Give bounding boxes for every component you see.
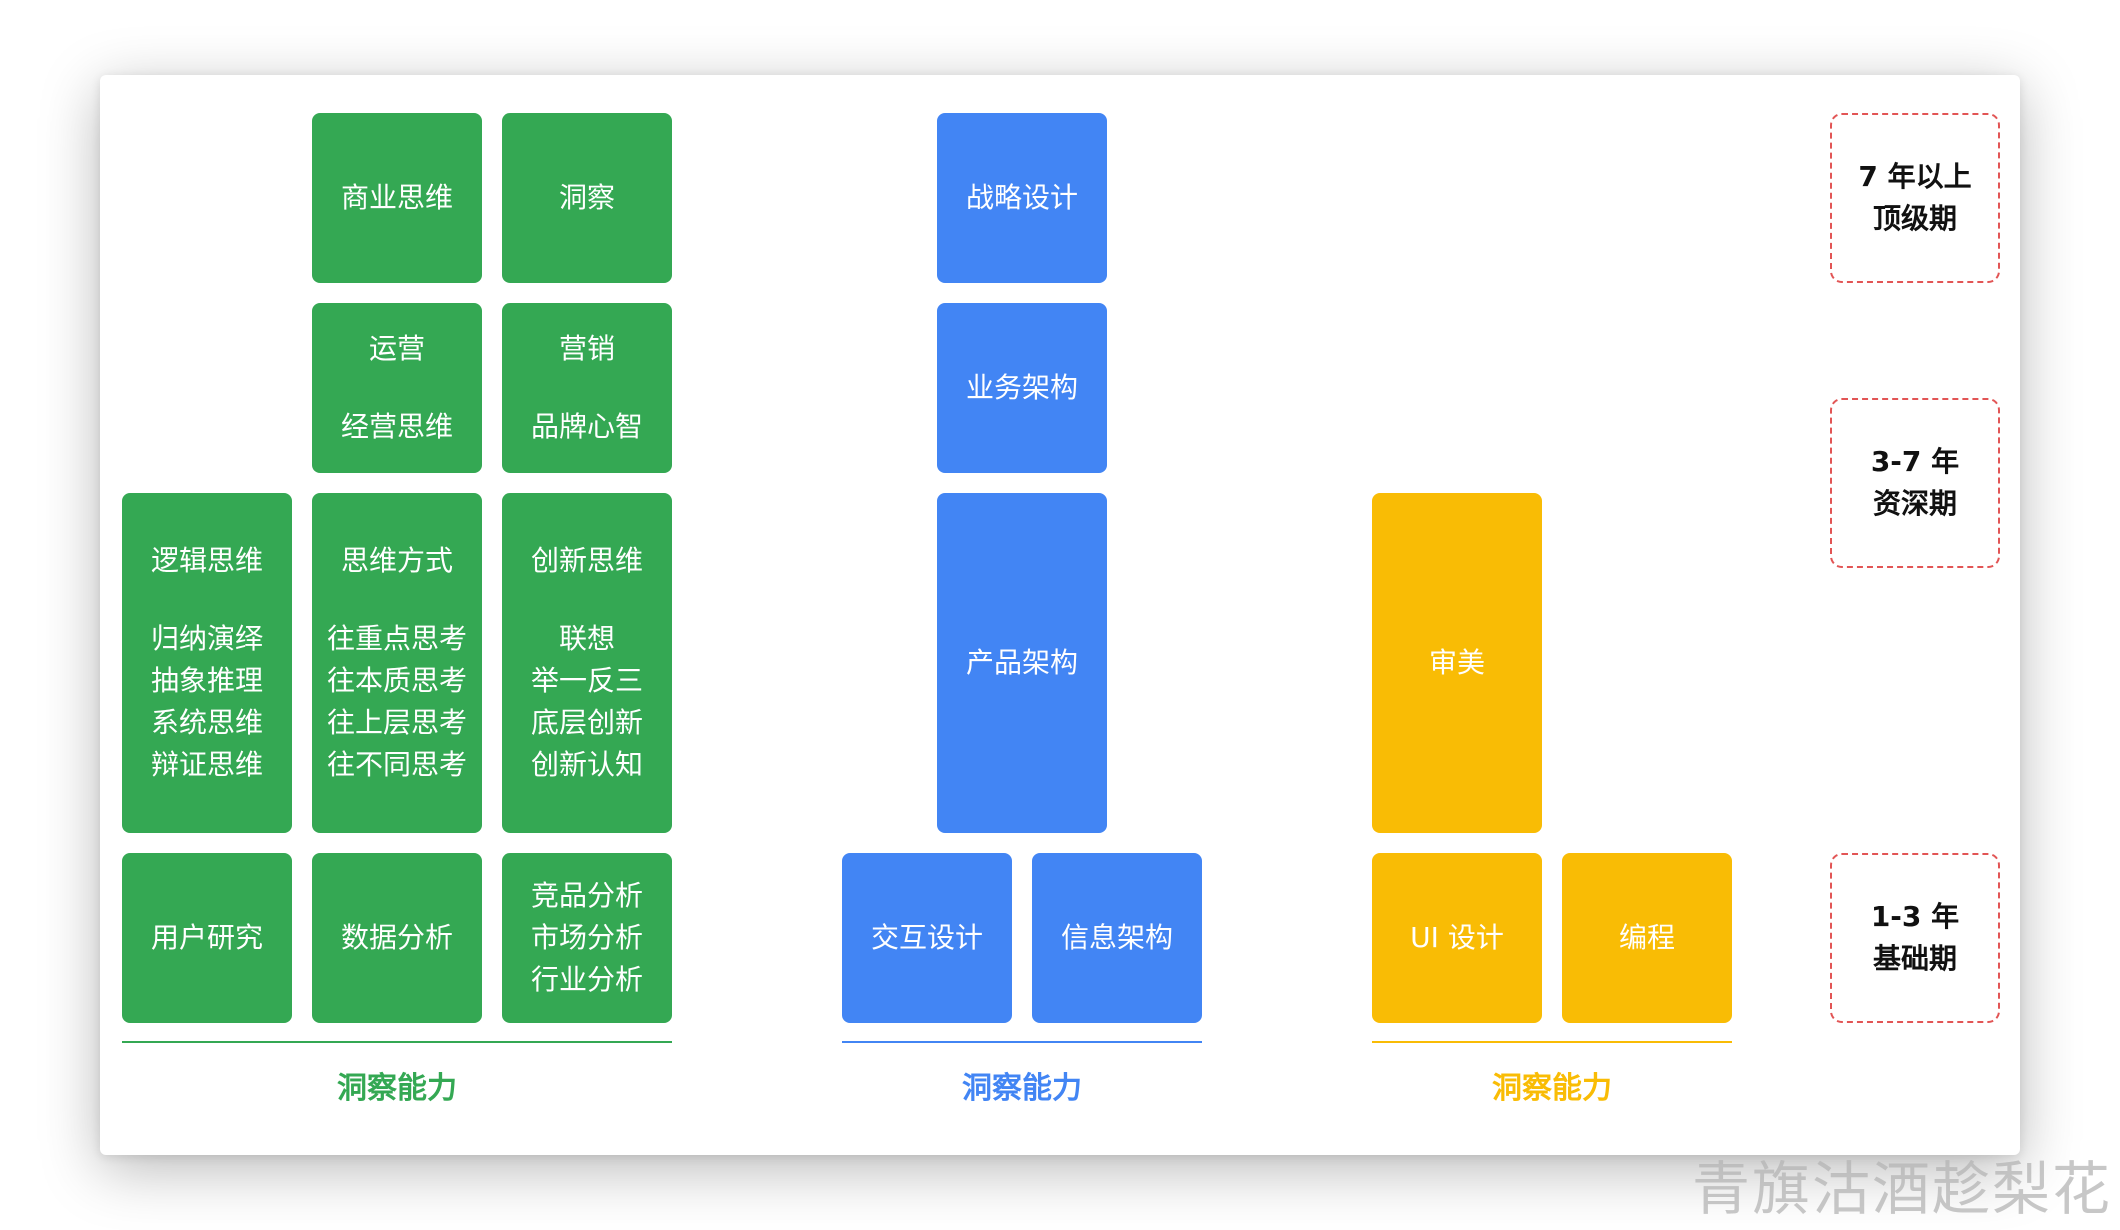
tile-business-architecture-label: 业务架构 <box>965 371 1078 404</box>
stage-senior-level: 3-7 年 资深期 <box>1830 398 2000 568</box>
tile-logic-line: 抽象推理 <box>150 664 263 697</box>
tile-innovation-line: 创新认知 <box>530 748 643 781</box>
tile-analysis-line: 行业分析 <box>530 963 643 996</box>
tile-innovation-thinking: 创新思维 联想 举一反三 底层创新 创新认知 <box>502 493 672 833</box>
tile-thinking-mode-line: 往本质思考 <box>326 664 467 697</box>
tile-innovation-line: 底层创新 <box>530 706 643 739</box>
tile-logic-line: 系统思维 <box>150 706 263 739</box>
tile-operations-title: 运营 <box>368 332 425 365</box>
tile-operations-sub: 经营思维 <box>340 410 453 443</box>
green-group-baseline <box>122 1041 672 1043</box>
tile-information-architecture-label: 信息架构 <box>1060 921 1173 954</box>
tile-thinking-mode-line: 往不同思考 <box>326 748 467 781</box>
stage-bottom-name: 基础期 <box>1872 942 1957 975</box>
watermark-text: 青旗沽酒趁梨花 <box>1691 1155 2112 1223</box>
tile-thinking-mode-line: 往重点思考 <box>326 622 467 655</box>
stage-middle-years: 3-7 年 <box>1870 445 1960 478</box>
stage-top-level: 7 年以上 顶级期 <box>1830 113 2000 283</box>
green-group-label: 洞察能力 <box>337 1071 457 1106</box>
tile-logic-line: 辩证思维 <box>150 748 263 781</box>
tile-analysis-line: 市场分析 <box>530 921 643 954</box>
tile-strategy-design: 战略设计 <box>937 113 1107 283</box>
stage-top-years: 7 年以上 <box>1858 160 1972 193</box>
tile-analysis-line: 竞品分析 <box>530 879 643 912</box>
tile-thinking-mode-title: 思维方式 <box>340 544 453 577</box>
tile-interaction-design-label: 交互设计 <box>870 921 983 954</box>
tile-thinking-mode-line: 往上层思考 <box>326 706 467 739</box>
diagram-card: 商业思维 洞察 运营 经营思维 营销 品牌心智 逻辑思维 归纳演绎 抽象推理 系… <box>100 75 2020 1155</box>
tile-logic-thinking: 逻辑思维 归纳演绎 抽象推理 系统思维 辩证思维 <box>122 493 292 833</box>
tile-data-analysis-label: 数据分析 <box>340 921 453 954</box>
stage-middle-name: 资深期 <box>1872 487 1957 520</box>
stage-basic-level: 1-3 年 基础期 <box>1830 853 2000 1023</box>
blue-group-baseline <box>842 1041 1202 1043</box>
tile-logic-line: 归纳演绎 <box>150 622 263 655</box>
tile-programming: 编程 <box>1562 853 1732 1023</box>
tile-user-research: 用户研究 <box>122 853 292 1023</box>
blue-group-label: 洞察能力 <box>962 1071 1082 1106</box>
tile-operations: 运营 经营思维 <box>312 303 482 473</box>
tile-strategy-design-label: 战略设计 <box>965 181 1078 214</box>
tile-innovation-line: 联想 <box>558 622 615 655</box>
tile-interaction-design: 交互设计 <box>842 853 1012 1023</box>
tile-product-architecture: 产品架构 <box>937 493 1107 833</box>
tile-marketing: 营销 品牌心智 <box>502 303 672 473</box>
stage-top-name: 顶级期 <box>1872 202 1957 235</box>
tile-thinking-mode: 思维方式 往重点思考 往本质思考 往上层思考 往不同思考 <box>312 493 482 833</box>
tile-insight-label: 洞察 <box>558 181 615 214</box>
tile-product-architecture-label: 产品架构 <box>965 646 1078 679</box>
tile-business-architecture: 业务架构 <box>937 303 1107 473</box>
tile-ui-design: UI 设计 <box>1372 853 1542 1023</box>
tile-innovation-title: 创新思维 <box>530 544 643 577</box>
tile-market-analysis: 竞品分析 市场分析 行业分析 <box>502 853 672 1023</box>
tile-marketing-sub: 品牌心智 <box>530 410 643 443</box>
yellow-group-baseline <box>1372 1041 1732 1043</box>
tile-insight: 洞察 <box>502 113 672 283</box>
tile-user-research-label: 用户研究 <box>150 921 263 954</box>
tile-marketing-title: 营销 <box>558 332 615 365</box>
tile-information-architecture: 信息架构 <box>1032 853 1202 1023</box>
tile-business-thinking: 商业思维 <box>312 113 482 283</box>
tile-aesthetics: 审美 <box>1372 493 1542 833</box>
tile-innovation-line: 举一反三 <box>530 664 643 697</box>
tile-programming-label: 编程 <box>1618 921 1675 954</box>
tile-business-thinking-label: 商业思维 <box>340 181 453 214</box>
tile-aesthetics-label: 审美 <box>1428 646 1485 679</box>
yellow-group-label: 洞察能力 <box>1492 1071 1612 1106</box>
tile-logic-title: 逻辑思维 <box>150 544 263 577</box>
tile-ui-design-label: UI 设计 <box>1410 921 1504 954</box>
stage-bottom-years: 1-3 年 <box>1870 900 1960 933</box>
tile-data-analysis: 数据分析 <box>312 853 482 1023</box>
